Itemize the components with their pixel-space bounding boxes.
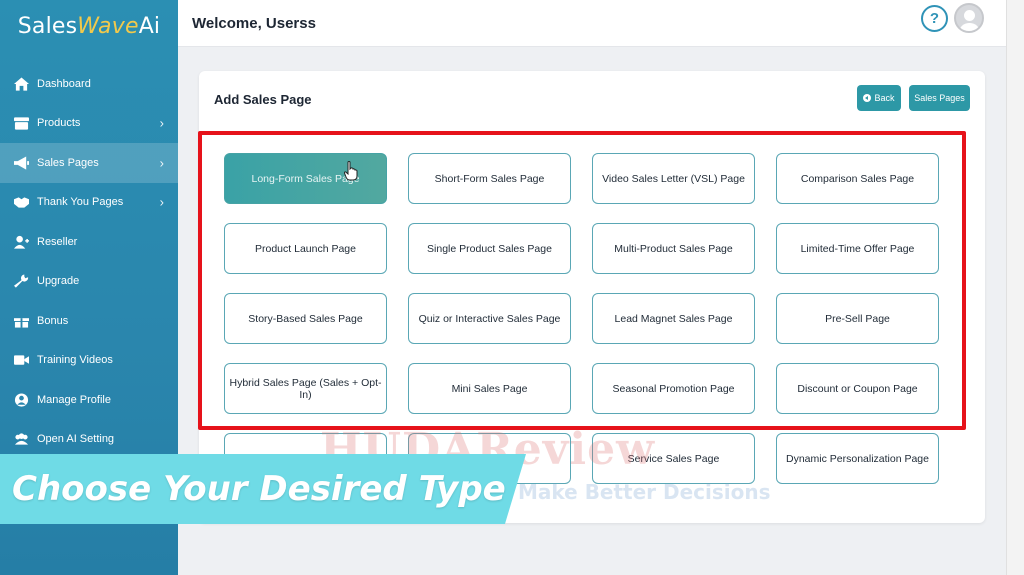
sidebar-item-label: Upgrade xyxy=(37,275,80,288)
sales-page-option[interactable]: Limited-Time Offer Page xyxy=(776,223,939,274)
logo-part-3: Ai xyxy=(138,13,161,39)
handshake-icon xyxy=(12,195,30,209)
sales-page-option[interactable]: Single Product Sales Page xyxy=(408,223,571,274)
users-icon xyxy=(12,432,30,446)
sidebar-item-upgrade[interactable]: Upgrade xyxy=(0,262,178,302)
sales-page-option[interactable]: Story-Based Sales Page xyxy=(224,293,387,344)
sales-page-option[interactable]: Service Sales Page xyxy=(592,433,755,484)
sales-page-option[interactable]: Comparison Sales Page xyxy=(776,153,939,204)
sales-page-option[interactable]: Multi-Product Sales Page xyxy=(592,223,755,274)
avatar-head xyxy=(964,10,975,21)
sales-page-option-label: Quiz or Interactive Sales Page xyxy=(418,312,561,325)
sidebar-item-reseller[interactable]: Reseller xyxy=(0,222,178,262)
page-scrollbar[interactable] xyxy=(1006,0,1024,575)
sales-page-option-label: Multi-Product Sales Page xyxy=(614,242,733,255)
sidebar-item-products[interactable]: Products › xyxy=(0,104,178,144)
sidebar-nav: Dashboard Products › Sales Pages › Thank… xyxy=(0,64,178,459)
user-icon xyxy=(12,235,30,249)
sidebar-item-open-ai-setting[interactable]: Open AI Setting xyxy=(0,420,178,460)
back-button-label: Back xyxy=(874,93,895,103)
sidebar-item-bonus[interactable]: Bonus xyxy=(0,301,178,341)
sales-page-option[interactable]: Lead Magnet Sales Page xyxy=(592,293,755,344)
sales-page-option-label: Pre-Sell Page xyxy=(825,312,890,325)
sidebar-item-label: Sales Pages xyxy=(37,156,99,169)
chevron-right-icon: › xyxy=(159,194,164,210)
sidebar-item-label: Open AI Setting xyxy=(37,433,115,446)
sales-page-option-label: Short-Form Sales Page xyxy=(434,172,545,185)
sales-page-option[interactable]: Product Launch Page xyxy=(224,223,387,274)
welcome-text: Welcome, Userss xyxy=(192,14,316,32)
sales-page-option-label: Hybrid Sales Page (Sales + Opt-In) xyxy=(229,376,382,401)
sales-page-option[interactable]: Quiz or Interactive Sales Page xyxy=(408,293,571,344)
sales-page-option-label: Single Product Sales Page xyxy=(427,242,552,255)
sidebar-item-label: Thank You Pages xyxy=(37,196,124,209)
sales-page-option[interactable]: Short-Form Sales Page xyxy=(408,153,571,204)
sales-page-option[interactable]: Long-Form Sales Page xyxy=(224,153,387,204)
video-icon xyxy=(12,353,30,367)
profile-icon xyxy=(12,393,30,407)
sales-page-option[interactable]: Pre-Sell Page xyxy=(776,293,939,344)
help-icon[interactable]: ? xyxy=(921,5,948,32)
chevron-right-icon: › xyxy=(159,115,164,131)
caption-banner: Choose Your Desired Type xyxy=(0,454,526,524)
sidebar-item-thank-you-pages[interactable]: Thank You Pages › xyxy=(0,183,178,223)
sales-page-option-label: Service Sales Page xyxy=(627,452,720,465)
back-arrow-icon xyxy=(863,94,872,102)
sales-page-option[interactable]: Video Sales Letter (VSL) Page xyxy=(592,153,755,204)
sales-page-option[interactable]: Seasonal Promotion Page xyxy=(592,363,755,414)
avatar[interactable] xyxy=(954,3,984,33)
back-button[interactable]: Back xyxy=(857,85,901,111)
avatar-body xyxy=(959,23,980,31)
sales-page-option[interactable]: Mini Sales Page xyxy=(408,363,571,414)
hand-cursor-icon xyxy=(344,161,358,181)
sidebar-item-sales-pages[interactable]: Sales Pages › xyxy=(0,143,178,183)
megaphone-icon xyxy=(12,156,30,170)
sales-page-option-label: Product Launch Page xyxy=(255,242,356,255)
sales-page-option-label: Comparison Sales Page xyxy=(800,172,915,185)
sales-page-option-label: Video Sales Letter (VSL) Page xyxy=(602,172,745,185)
sidebar-item-training-videos[interactable]: Training Videos xyxy=(0,341,178,381)
app-logo[interactable]: Sales Wave Ai xyxy=(0,0,178,52)
sales-page-option[interactable]: Dynamic Personalization Page xyxy=(776,433,939,484)
sidebar-item-label: Manage Profile xyxy=(37,393,111,406)
sales-page-option-label: Mini Sales Page xyxy=(451,382,528,395)
logo-part-1: Sales xyxy=(17,13,78,39)
home-icon xyxy=(12,77,30,91)
sidebar-item-label: Dashboard xyxy=(37,77,91,90)
chevron-right-icon: › xyxy=(159,155,164,171)
sidebar-item-label: Products xyxy=(37,117,81,130)
wrench-icon xyxy=(12,274,30,288)
sidebar-item-label: Training Videos xyxy=(37,354,113,367)
sales-page-option[interactable]: Hybrid Sales Page (Sales + Opt-In) xyxy=(224,363,387,414)
sidebar-item-manage-profile[interactable]: Manage Profile xyxy=(0,380,178,420)
sales-page-option-label: Seasonal Promotion Page xyxy=(612,382,735,395)
sidebar-item-dashboard[interactable]: Dashboard xyxy=(0,64,178,104)
sales-pages-button-label: Sales Pages xyxy=(914,93,965,103)
sales-page-option-label: Lead Magnet Sales Page xyxy=(614,312,733,325)
box-icon xyxy=(12,116,30,130)
sales-page-option-label: Story-Based Sales Page xyxy=(248,312,363,325)
sales-page-option-label: Dynamic Personalization Page xyxy=(786,452,929,465)
sidebar-item-label: Bonus xyxy=(37,314,69,327)
gift-icon xyxy=(12,314,30,328)
logo-part-2: Wave xyxy=(77,13,139,39)
page-title: Add Sales Page xyxy=(214,92,312,107)
sales-page-option-label: Limited-Time Offer Page xyxy=(800,242,915,255)
top-header: Welcome, Userss ? xyxy=(178,0,1006,47)
sales-pages-button[interactable]: Sales Pages xyxy=(909,85,970,111)
sales-page-option[interactable]: Discount or Coupon Page xyxy=(776,363,939,414)
sidebar-item-label: Reseller xyxy=(37,235,78,248)
sales-page-option-label: Discount or Coupon Page xyxy=(797,382,918,395)
caption-text: Choose Your Desired Type xyxy=(12,469,506,509)
